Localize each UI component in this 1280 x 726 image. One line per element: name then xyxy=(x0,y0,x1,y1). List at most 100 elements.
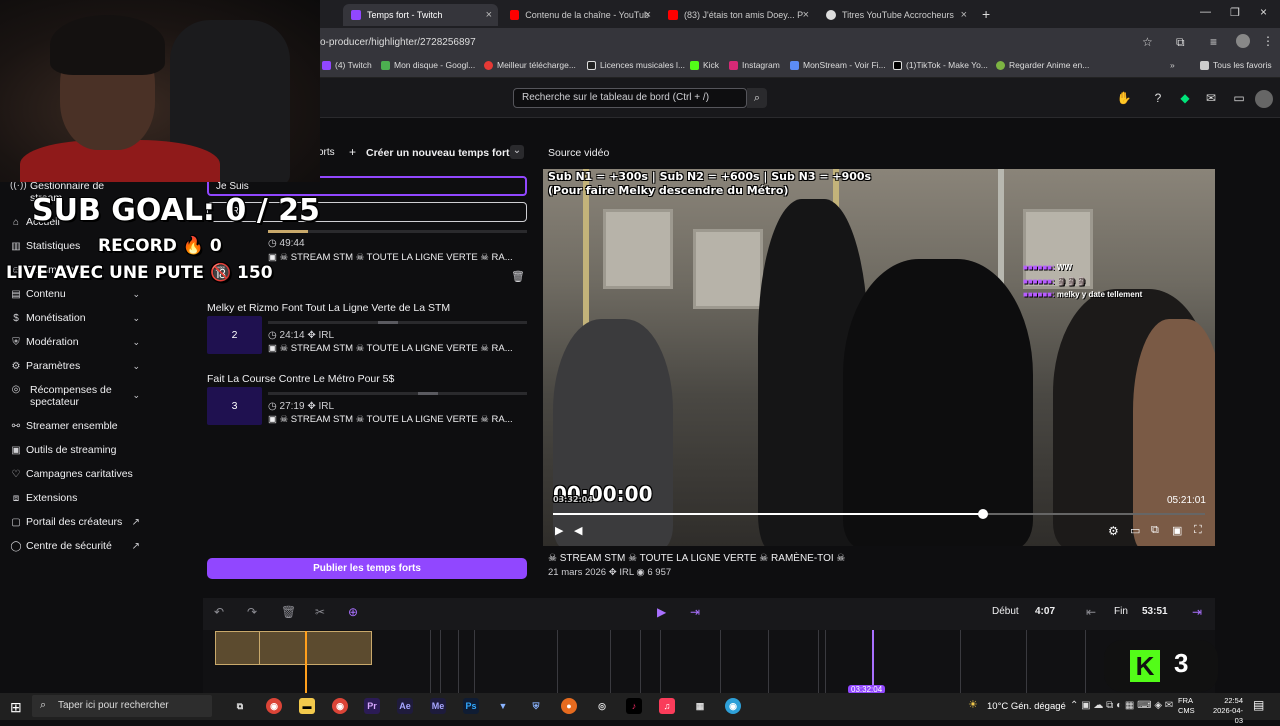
extensions-icon[interactable]: ⧉ xyxy=(1176,35,1185,50)
scissors-icon[interactable]: ✂ xyxy=(315,605,325,619)
highlight-number[interactable]: 2 xyxy=(207,316,262,354)
browser-icon[interactable]: ◉ xyxy=(725,698,741,714)
chat-icon[interactable]: ▭ xyxy=(1231,90,1247,106)
bookmark-twitch[interactable]: (4) Twitch xyxy=(322,60,372,70)
settings-icon[interactable]: ⚙ xyxy=(1108,524,1119,538)
sidebar-item-charity[interactable]: ♡ Campagnes caritatives xyxy=(10,468,140,480)
more-bookmarks-icon[interactable]: » xyxy=(1170,60,1175,70)
tray-icons[interactable]: ⌃ ▣ ☁ ⧉ ◐ ▦ ⌨ ◈ ✉ xyxy=(1070,700,1173,711)
minimize-button[interactable]: — xyxy=(1200,6,1211,18)
sidebar-item-settings[interactable]: ⚙ Paramètres ⌄ xyxy=(10,360,140,372)
inbox-icon[interactable]: ✉ xyxy=(1203,90,1219,106)
app-icon[interactable]: ● xyxy=(561,698,577,714)
highlight-title[interactable]: Melky et Rizmo Font Tout La Ligne Verte … xyxy=(207,302,450,314)
pip-icon[interactable]: ▣ xyxy=(1172,524,1182,537)
chrome-icon[interactable]: ◉ xyxy=(266,698,282,714)
menu-icon[interactable]: ⋮ xyxy=(1262,34,1274,48)
start-value[interactable]: 4:07 xyxy=(1035,606,1055,617)
sidebar-item-content[interactable]: ▤ Contenu ⌄ xyxy=(10,288,140,300)
redo-icon[interactable]: ↷ xyxy=(247,605,257,619)
fullscreen-icon[interactable]: ⛶ xyxy=(1194,524,1202,537)
bits-icon[interactable]: ◆ xyxy=(1177,90,1193,106)
close-window-button[interactable]: × xyxy=(1260,5,1267,19)
music-icon[interactable]: ♫ xyxy=(659,698,675,714)
timeline-cursor[interactable] xyxy=(305,631,307,693)
set-start-icon[interactable]: ⇤ xyxy=(1086,605,1096,619)
close-icon[interactable]: × xyxy=(645,9,651,21)
vpn-icon[interactable]: ▼ xyxy=(495,698,511,714)
chevron-down-icon[interactable]: ⌄ xyxy=(510,145,524,159)
star-icon[interactable]: ☆ xyxy=(1142,35,1153,49)
close-icon[interactable]: × xyxy=(803,9,809,21)
media-encoder-icon[interactable]: Me xyxy=(430,698,446,714)
bookmark-downloader[interactable]: Meilleur télécharge... xyxy=(484,60,576,70)
bookmark-instagram[interactable]: Instagram xyxy=(729,60,780,70)
windows-start-icon[interactable]: ⊞ xyxy=(10,699,22,716)
bookmark-kick[interactable]: Kick xyxy=(690,60,719,70)
video-seek-bar[interactable] xyxy=(553,509,1205,519)
clock[interactable]: 22:54 2026-04-03 xyxy=(1205,696,1243,726)
bookmark-drive[interactable]: Mon disque - Googl... xyxy=(381,60,475,70)
sidebar-item-safety[interactable]: ◯ Centre de sécurité ↗ xyxy=(10,540,140,552)
chrome-icon[interactable]: ◉ xyxy=(332,698,348,714)
bookmark-monstream[interactable]: MonStream - Voir Fi... xyxy=(790,60,886,70)
bookmark-music[interactable]: Licences musicales l... xyxy=(587,60,685,70)
tab-temps-fort[interactable]: Temps fort - Twitch × xyxy=(343,4,498,26)
tab-youtube-video[interactable]: (83) J'étais ton amis Doey... P × xyxy=(660,4,815,26)
close-icon[interactable]: × xyxy=(486,9,492,21)
trash-icon[interactable]: 🗑 xyxy=(281,605,296,619)
trash-icon[interactable]: 🗑 xyxy=(511,270,525,283)
taskbar-search[interactable]: ⌕ Taper ici pour rechercher xyxy=(32,695,212,717)
new-tab-button[interactable]: + xyxy=(982,6,990,22)
sidebar-item-stream-together[interactable]: ⚯ Streamer ensemble xyxy=(10,420,140,432)
url-text[interactable]: o-producer/highlighter/2728256897 xyxy=(320,37,476,48)
play-icon[interactable]: ▶ xyxy=(555,524,563,537)
undo-icon[interactable]: ↶ xyxy=(214,605,224,619)
theater-mode-icon[interactable]: ▭ xyxy=(1130,524,1140,537)
maximize-button[interactable]: ❐ xyxy=(1230,6,1240,19)
hand-icon[interactable]: ✋ xyxy=(1116,90,1132,106)
close-icon[interactable]: × xyxy=(961,9,967,21)
sidebar-item-rewards[interactable]: ◎ Récompenses de spectateur ⌄ xyxy=(10,384,140,408)
panel-back-label[interactable]: orts xyxy=(318,147,335,158)
language-indicator[interactable]: FRA CMS xyxy=(1178,696,1195,716)
profile-avatar[interactable] xyxy=(1236,34,1250,48)
bookmark-anime[interactable]: Regarder Anime en... xyxy=(996,60,1089,70)
task-view-icon[interactable]: ⧉ xyxy=(232,698,248,714)
sidebar-item-moderation[interactable]: ⛨ Modération ⌄ xyxy=(10,336,140,348)
tab-titres-youtube[interactable]: Titres YouTube Accrocheurs × xyxy=(818,4,973,26)
set-end-icon[interactable]: ⇥ xyxy=(1192,605,1202,619)
file-explorer-icon[interactable]: ▬ xyxy=(299,698,315,714)
all-favorites[interactable]: Tous les favoris xyxy=(1200,60,1272,70)
timeline-highlight-region[interactable] xyxy=(215,631,372,665)
highlight-number[interactable]: 3 xyxy=(207,387,262,425)
sidebar-item-creator-portal[interactable]: ▢ Portail des créateurs ↗ xyxy=(10,516,140,528)
tiktok-icon[interactable]: ♪ xyxy=(626,698,642,714)
sidebar-item-monetization[interactable]: $ Monétisation ⌄ xyxy=(10,312,140,324)
bookmark-tiktok[interactable]: (1)TikTok - Make Yo... xyxy=(893,60,988,70)
media-icon[interactable]: ≡ xyxy=(1210,35,1217,49)
play-icon[interactable]: ▶ xyxy=(657,605,666,619)
user-avatar[interactable] xyxy=(1255,90,1273,108)
tab-youtube-content[interactable]: Contenu de la chaîne - YouTub × xyxy=(502,4,657,26)
create-highlight-button[interactable]: Créer un nouveau temps fort xyxy=(366,147,510,159)
weather-text[interactable]: 10°C Gén. dégagé xyxy=(987,701,1066,712)
jump-icon[interactable]: ⇥ xyxy=(690,605,700,619)
search-input[interactable]: Recherche sur le tableau de bord (Ctrl +… xyxy=(513,88,747,108)
obs-icon[interactable]: ◎ xyxy=(594,698,610,714)
end-value[interactable]: 53:51 xyxy=(1142,606,1168,617)
volume-icon[interactable]: ◀ xyxy=(574,524,582,537)
timeline-playhead[interactable] xyxy=(872,630,874,693)
sidebar-item-tools[interactable]: ▣ Outils de streaming xyxy=(10,444,140,456)
highlight-title[interactable]: Fait La Course Contre Le Métro Pour 5$ xyxy=(207,373,394,385)
help-icon[interactable]: ? xyxy=(1150,90,1166,106)
notifications-icon[interactable]: ▤ xyxy=(1253,698,1264,712)
photoshop-icon[interactable]: Ps xyxy=(463,698,479,714)
after-effects-icon[interactable]: Ae xyxy=(397,698,413,714)
add-marker-icon[interactable]: ⊕ xyxy=(348,605,358,619)
publish-highlights-button[interactable]: Publier les temps forts xyxy=(207,558,527,579)
capture-icon[interactable]: ▦ xyxy=(692,698,708,714)
shield-icon[interactable]: ⛨ xyxy=(528,698,544,714)
clip-icon[interactable]: ⧉ xyxy=(1151,524,1159,537)
search-icon[interactable]: ⌕ xyxy=(747,88,767,108)
